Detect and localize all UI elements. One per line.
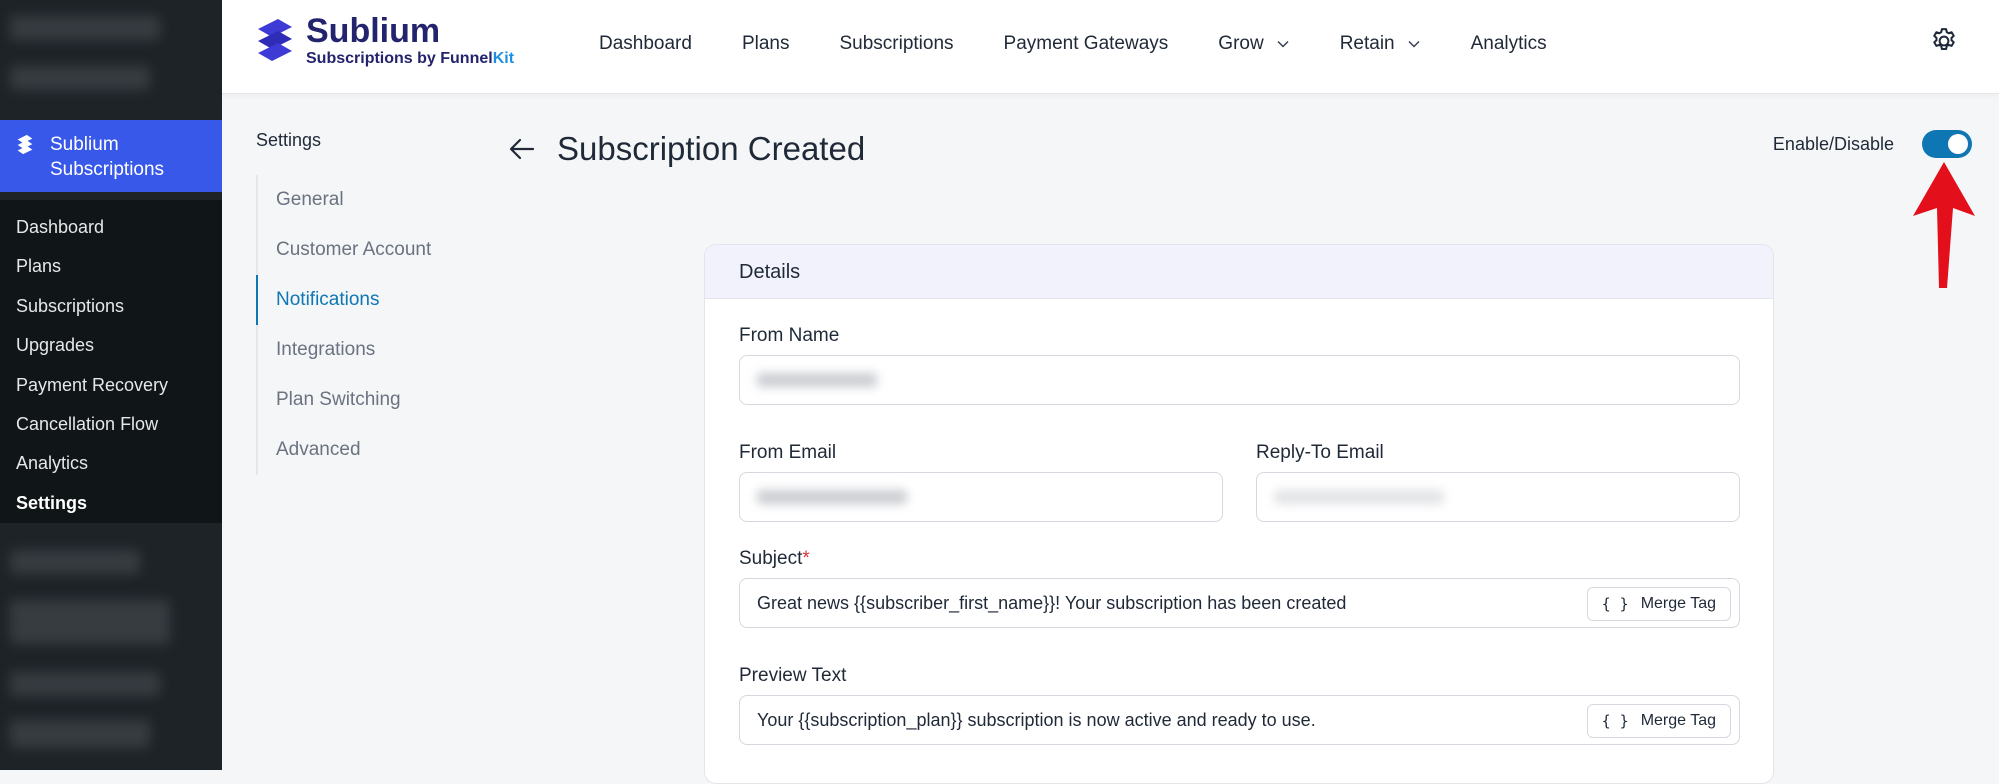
- from-name-label: From Name: [739, 325, 840, 346]
- page-header: Subscription Created: [505, 130, 865, 168]
- blurred-menu-item: [10, 16, 160, 40]
- wp-menu-sublium-subscriptions[interactable]: Sublium Subscriptions: [0, 120, 222, 192]
- annotation-arrow-icon: [1913, 162, 1975, 288]
- brand-logo[interactable]: Sublium Subscriptions by FunnelKit: [254, 14, 514, 68]
- from-email-input[interactable]: [739, 472, 1223, 522]
- nav-analytics[interactable]: Analytics: [1471, 33, 1547, 55]
- enable-toggle-label: Enable/Disable: [1772, 133, 1894, 154]
- wp-submenu: Dashboard Plans Subscriptions Upgrades P…: [0, 200, 222, 523]
- brand-tagline-prefix: Subscriptions by Funnel: [306, 50, 493, 67]
- preview-text-input[interactable]: Your {{subscription_plan}} subscription …: [739, 695, 1740, 745]
- wp-submenu-upgrades[interactable]: Upgrades: [0, 326, 222, 365]
- braces-icon: { }: [1601, 712, 1629, 730]
- nav-dashboard[interactable]: Dashboard: [599, 33, 692, 55]
- reply-to-email-label: Reply-To Email: [1256, 442, 1384, 463]
- sublium-brand-icon: [258, 19, 292, 61]
- nav-grow[interactable]: Grow: [1218, 33, 1289, 55]
- nav-subscriptions[interactable]: Subscriptions: [839, 33, 953, 55]
- wp-submenu-settings[interactable]: Settings: [0, 484, 222, 523]
- sublium-logo-icon: [17, 134, 33, 155]
- wp-submenu-analytics[interactable]: Analytics: [0, 444, 222, 483]
- wp-submenu-dashboard[interactable]: Dashboard: [0, 208, 222, 247]
- settings-nav-title: Settings: [256, 130, 322, 150]
- back-arrow-icon[interactable]: [505, 132, 539, 166]
- settings-nav-list: General Customer Account Notifications I…: [256, 175, 476, 475]
- subject-merge-tag-button[interactable]: { } Merge Tag: [1586, 587, 1731, 621]
- brand-tagline: Subscriptions by FunnelKit: [306, 50, 514, 68]
- chevron-down-icon: [1408, 40, 1420, 48]
- wp-submenu-plans[interactable]: Plans: [0, 247, 222, 286]
- reply-to-email-input[interactable]: [1256, 472, 1740, 522]
- enable-toggle-group: Enable/Disable: [1773, 130, 1972, 158]
- wp-submenu-cancellation-flow[interactable]: Cancellation Flow: [0, 405, 222, 444]
- subject-input[interactable]: Great news {{subscriber_first_name}}! Yo…: [739, 578, 1740, 628]
- redacted-value: [757, 373, 877, 387]
- from-email-label: From Email: [739, 442, 837, 463]
- top-navigation: Dashboard Plans Subscriptions Payment Ga…: [599, 0, 1597, 88]
- details-card: Details From Name From Email Reply-To Em…: [704, 244, 1774, 784]
- subject-value: Great news {{subscriber_first_name}}! Yo…: [757, 592, 1347, 613]
- settings-link-customer-account[interactable]: Customer Account: [256, 225, 476, 275]
- gear-icon[interactable]: [1929, 26, 1959, 56]
- enable-toggle[interactable]: [1922, 130, 1972, 158]
- blurred-menu-item: [10, 66, 150, 90]
- subject-label: Subject*: [739, 548, 810, 570]
- nav-payment-gateways[interactable]: Payment Gateways: [1004, 33, 1169, 55]
- required-asterisk: *: [802, 548, 810, 569]
- merge-tag-label: Merge Tag: [1640, 595, 1716, 612]
- from-name-input[interactable]: [739, 355, 1740, 405]
- settings-link-integrations[interactable]: Integrations: [256, 325, 476, 375]
- braces-icon: { }: [1601, 595, 1629, 613]
- blurred-menu-item: [10, 550, 140, 574]
- toggle-knob: [1948, 134, 1968, 154]
- settings-link-general[interactable]: General: [256, 175, 476, 225]
- redacted-value: [757, 490, 907, 504]
- nav-retain-label: Retain: [1339, 33, 1395, 54]
- settings-link-notifications[interactable]: Notifications: [256, 275, 476, 325]
- subject-label-text: Subject: [739, 548, 803, 569]
- redacted-placeholder: [1274, 490, 1444, 504]
- settings-link-advanced[interactable]: Advanced: [256, 425, 476, 475]
- blurred-menu-item: [10, 672, 160, 696]
- preview-text-label: Preview Text: [739, 665, 847, 686]
- wp-submenu-payment-recovery[interactable]: Payment Recovery: [0, 366, 222, 405]
- wp-admin-sidebar: Sublium Subscriptions Dashboard Plans Su…: [0, 0, 222, 770]
- blurred-menu-item: [10, 720, 150, 748]
- page-title: Subscription Created: [557, 130, 866, 167]
- settings-link-plan-switching[interactable]: Plan Switching: [256, 375, 476, 425]
- nav-retain[interactable]: Retain: [1340, 33, 1421, 55]
- nav-grow-label: Grow: [1218, 33, 1264, 54]
- brand-tagline-suffix: Kit: [492, 50, 515, 67]
- settings-nav: Settings General Customer Account Notifi…: [256, 130, 476, 475]
- app-topbar: Sublium Subscriptions by FunnelKit Dashb…: [222, 0, 1999, 94]
- brand-name: Sublium: [306, 12, 441, 50]
- chevron-down-icon: [1277, 40, 1289, 48]
- preview-text-value: Your {{subscription_plan}} subscription …: [757, 709, 1316, 730]
- wp-menu-active-label: Sublium Subscriptions: [50, 134, 165, 180]
- nav-plans[interactable]: Plans: [742, 33, 790, 55]
- preview-merge-tag-button[interactable]: { } Merge Tag: [1586, 704, 1731, 738]
- merge-tag-label: Merge Tag: [1640, 712, 1716, 729]
- details-card-heading: Details: [705, 245, 1773, 299]
- blurred-menu-item: [10, 600, 170, 644]
- wp-submenu-subscriptions[interactable]: Subscriptions: [0, 287, 222, 326]
